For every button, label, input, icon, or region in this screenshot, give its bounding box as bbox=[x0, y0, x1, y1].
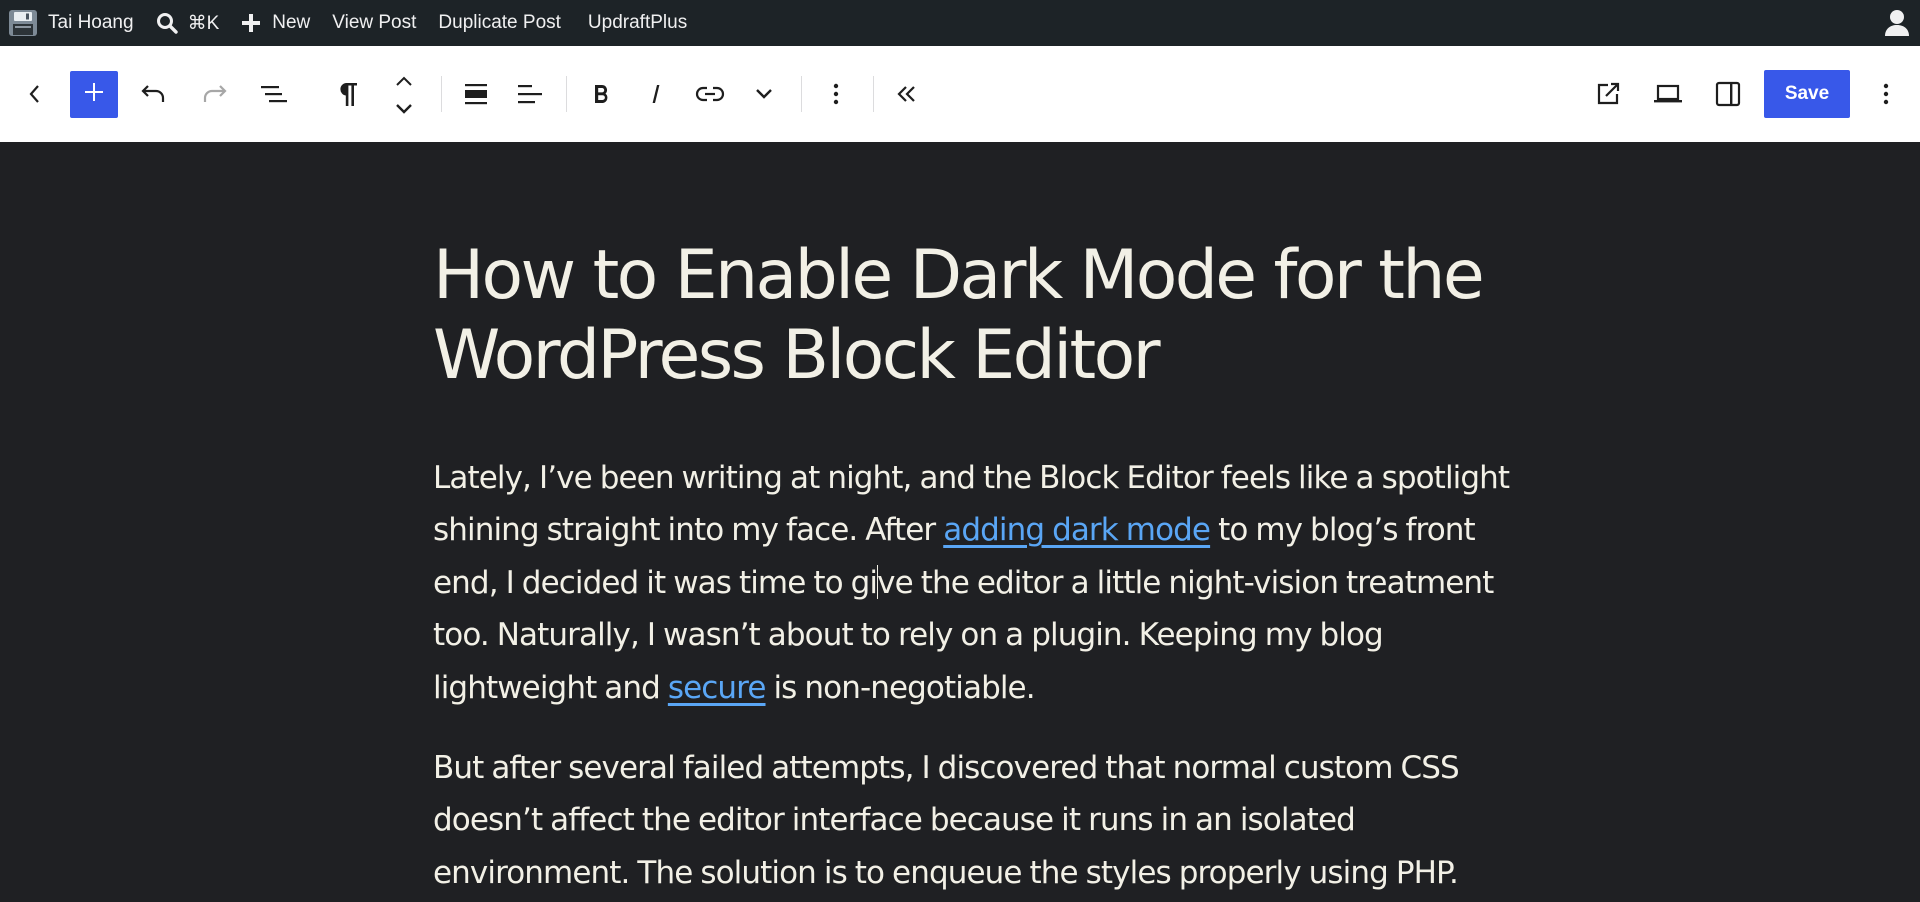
site-menu[interactable]: Tai Hoang bbox=[0, 0, 145, 46]
post-title-line-2: WordPress Block Editor bbox=[433, 316, 1161, 395]
bold-icon bbox=[591, 82, 611, 106]
document-overview-button[interactable] bbox=[256, 46, 292, 142]
paragraph-block[interactable]: Lately, I’ve been writing at night, and … bbox=[433, 452, 1513, 714]
redo-button[interactable] bbox=[196, 46, 232, 142]
adding-dark-mode-link[interactable]: adding dark mode bbox=[943, 512, 1211, 548]
back-button[interactable] bbox=[16, 46, 52, 142]
editor-header-toolbar: Save bbox=[0, 46, 1920, 143]
options-icon bbox=[1883, 82, 1889, 106]
bold-button[interactable] bbox=[583, 46, 619, 142]
external-link-icon bbox=[1595, 81, 1621, 107]
chevron-down-icon bbox=[754, 87, 774, 101]
search-shortcut: ⌘K bbox=[187, 12, 220, 34]
new-content-menu[interactable]: New bbox=[230, 0, 321, 46]
collapse-toolbar-button[interactable] bbox=[889, 46, 925, 142]
italic-button[interactable] bbox=[638, 46, 674, 142]
secure-link[interactable]: secure bbox=[668, 670, 767, 706]
move-down-icon bbox=[394, 103, 414, 115]
align-left-icon bbox=[516, 82, 544, 106]
post-title[interactable]: How to Enable Dark Mode for the WordPress… bbox=[433, 236, 1513, 396]
search-icon bbox=[156, 12, 178, 34]
paragraph-icon bbox=[336, 80, 360, 108]
post-content: How to Enable Dark Mode for the WordPress… bbox=[433, 236, 1513, 899]
back-icon bbox=[27, 83, 41, 105]
post-title-line-1: How to Enable Dark Mode for the bbox=[433, 236, 1485, 315]
paragraph-text: is non-negotiable. bbox=[765, 669, 1035, 706]
document-overview-icon bbox=[259, 83, 289, 105]
justify-icon bbox=[463, 81, 489, 107]
command-palette-button[interactable]: ⌘K bbox=[145, 0, 231, 46]
add-block-icon bbox=[83, 81, 105, 108]
desktop-preview-icon bbox=[1653, 83, 1683, 105]
justify-button[interactable] bbox=[458, 46, 494, 142]
paragraph-block[interactable]: But after several failed attempts, I dis… bbox=[433, 742, 1513, 899]
link-button[interactable] bbox=[692, 46, 728, 142]
block-options-button[interactable] bbox=[818, 46, 854, 142]
undo-icon bbox=[140, 83, 168, 105]
admin-bar: Tai Hoang ⌘K New View Post Duplicate Pos… bbox=[0, 0, 1920, 46]
updraftplus-menu[interactable]: UpdraftPlus bbox=[572, 0, 698, 46]
editor-canvas: How to Enable Dark Mode for the WordPress… bbox=[0, 142, 1920, 902]
toolbar-divider bbox=[566, 76, 567, 112]
undo-button[interactable] bbox=[136, 46, 172, 142]
add-block-button[interactable] bbox=[70, 71, 118, 118]
more-options-icon bbox=[833, 82, 839, 106]
duplicate-post-link[interactable]: Duplicate Post bbox=[427, 0, 572, 46]
settings-sidebar-icon bbox=[1715, 81, 1741, 107]
preview-button[interactable] bbox=[1650, 46, 1686, 142]
link-icon bbox=[695, 84, 725, 104]
plus-icon bbox=[241, 13, 261, 33]
redo-icon bbox=[200, 83, 228, 105]
collapse-toolbar-icon bbox=[895, 84, 919, 104]
options-button[interactable] bbox=[1868, 46, 1904, 142]
save-button[interactable]: Save bbox=[1764, 70, 1850, 118]
view-post-link[interactable]: View Post bbox=[321, 0, 427, 46]
move-up-button[interactable] bbox=[386, 46, 422, 94]
site-name: Tai Hoang bbox=[48, 12, 134, 33]
move-down-button[interactable] bbox=[386, 94, 422, 142]
user-account-menu[interactable] bbox=[1873, 0, 1920, 46]
toolbar-divider bbox=[801, 76, 802, 112]
move-up-icon bbox=[394, 75, 414, 87]
align-text-button[interactable] bbox=[512, 46, 548, 142]
more-formatting-button[interactable] bbox=[746, 46, 782, 142]
site-icon bbox=[8, 9, 38, 37]
toolbar-divider bbox=[441, 76, 442, 112]
view-post-button[interactable] bbox=[1590, 46, 1626, 142]
user-icon bbox=[1884, 9, 1910, 37]
italic-icon bbox=[647, 82, 665, 106]
toolbar-divider bbox=[873, 76, 874, 112]
block-type-button[interactable] bbox=[330, 46, 366, 142]
settings-sidebar-button[interactable] bbox=[1710, 46, 1746, 142]
new-label: New bbox=[272, 12, 311, 33]
